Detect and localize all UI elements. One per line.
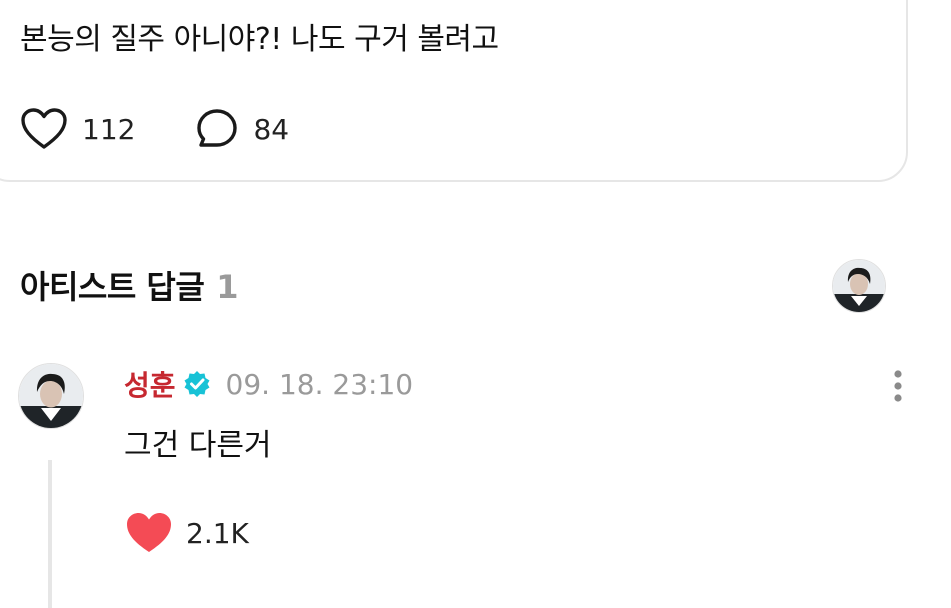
post-action-row: 112 84 bbox=[20, 106, 289, 152]
reply-author-avatar-image bbox=[19, 364, 83, 428]
heart-filled-icon bbox=[127, 513, 171, 552]
page: 본능의 질주 아니야?! 나도 구거 볼려고 112 84 아티스트 답글 1 bbox=[0, 0, 951, 608]
artist-replies-header: 아티스트 답글 1 bbox=[20, 262, 239, 308]
artist-avatar-image bbox=[833, 260, 885, 312]
more-options-button[interactable] bbox=[880, 368, 916, 408]
post-text: 본능의 질주 아니야?! 나도 구거 볼려고 bbox=[20, 22, 499, 57]
like-button[interactable]: 112 bbox=[20, 107, 135, 151]
reply-author-name[interactable]: 성훈 bbox=[124, 364, 176, 404]
reply-like-count: 2.1K bbox=[186, 516, 249, 550]
reply-timestamp: 09. 18. 23:10 bbox=[225, 367, 414, 401]
section-count: 1 bbox=[216, 268, 239, 306]
thread-line bbox=[48, 460, 52, 608]
comment-button[interactable]: 84 bbox=[195, 107, 289, 151]
like-count: 112 bbox=[82, 112, 136, 146]
more-vertical-icon bbox=[894, 370, 902, 402]
reply-text: 그건 다른거 bbox=[124, 428, 272, 463]
reply-like-button[interactable]: 2.1K bbox=[124, 510, 249, 556]
reply-meta: 성훈 09. 18. 23:10 bbox=[124, 364, 413, 404]
section-title: 아티스트 답글 bbox=[20, 268, 205, 306]
reply-author-avatar[interactable] bbox=[18, 363, 84, 429]
heart-outline-icon bbox=[21, 108, 67, 149]
artist-avatar[interactable] bbox=[832, 259, 886, 313]
comment-count: 84 bbox=[253, 112, 290, 146]
comment-bubble-icon bbox=[197, 109, 238, 147]
post-card: 본능의 질주 아니야?! 나도 구거 볼려고 112 84 bbox=[0, 0, 908, 182]
verified-badge-icon bbox=[182, 369, 212, 399]
